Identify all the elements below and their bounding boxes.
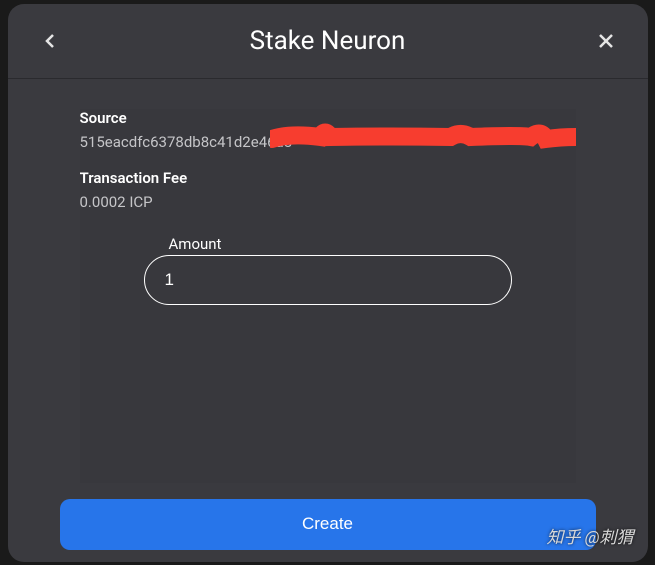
back-button[interactable] bbox=[38, 29, 62, 53]
modal-header: Stake Neuron bbox=[8, 4, 648, 79]
modal-content: Source 515eacdfc6378db8c41d2e46a8 Transa… bbox=[8, 79, 648, 499]
modal-footer: Create bbox=[8, 499, 648, 562]
close-icon bbox=[598, 33, 614, 49]
modal-title: Stake Neuron bbox=[62, 26, 594, 56]
create-button[interactable]: Create bbox=[60, 499, 596, 550]
chevron-left-icon bbox=[45, 33, 55, 49]
fee-label: Transaction Fee bbox=[80, 169, 576, 187]
amount-wrapper: Amount bbox=[144, 235, 512, 305]
amount-section: Amount bbox=[80, 235, 576, 305]
fee-value: 0.0002 ICP bbox=[80, 193, 576, 211]
amount-input[interactable] bbox=[144, 255, 512, 305]
close-button[interactable] bbox=[594, 29, 618, 53]
redaction-mark bbox=[270, 123, 576, 151]
stake-neuron-modal: Stake Neuron Source 515eacdfc6378db8c41d… bbox=[8, 4, 648, 562]
source-value: 515eacdfc6378db8c41d2e46a8 bbox=[80, 133, 576, 151]
content-inner: Source 515eacdfc6378db8c41d2e46a8 Transa… bbox=[80, 109, 576, 483]
amount-label: Amount bbox=[169, 235, 512, 253]
